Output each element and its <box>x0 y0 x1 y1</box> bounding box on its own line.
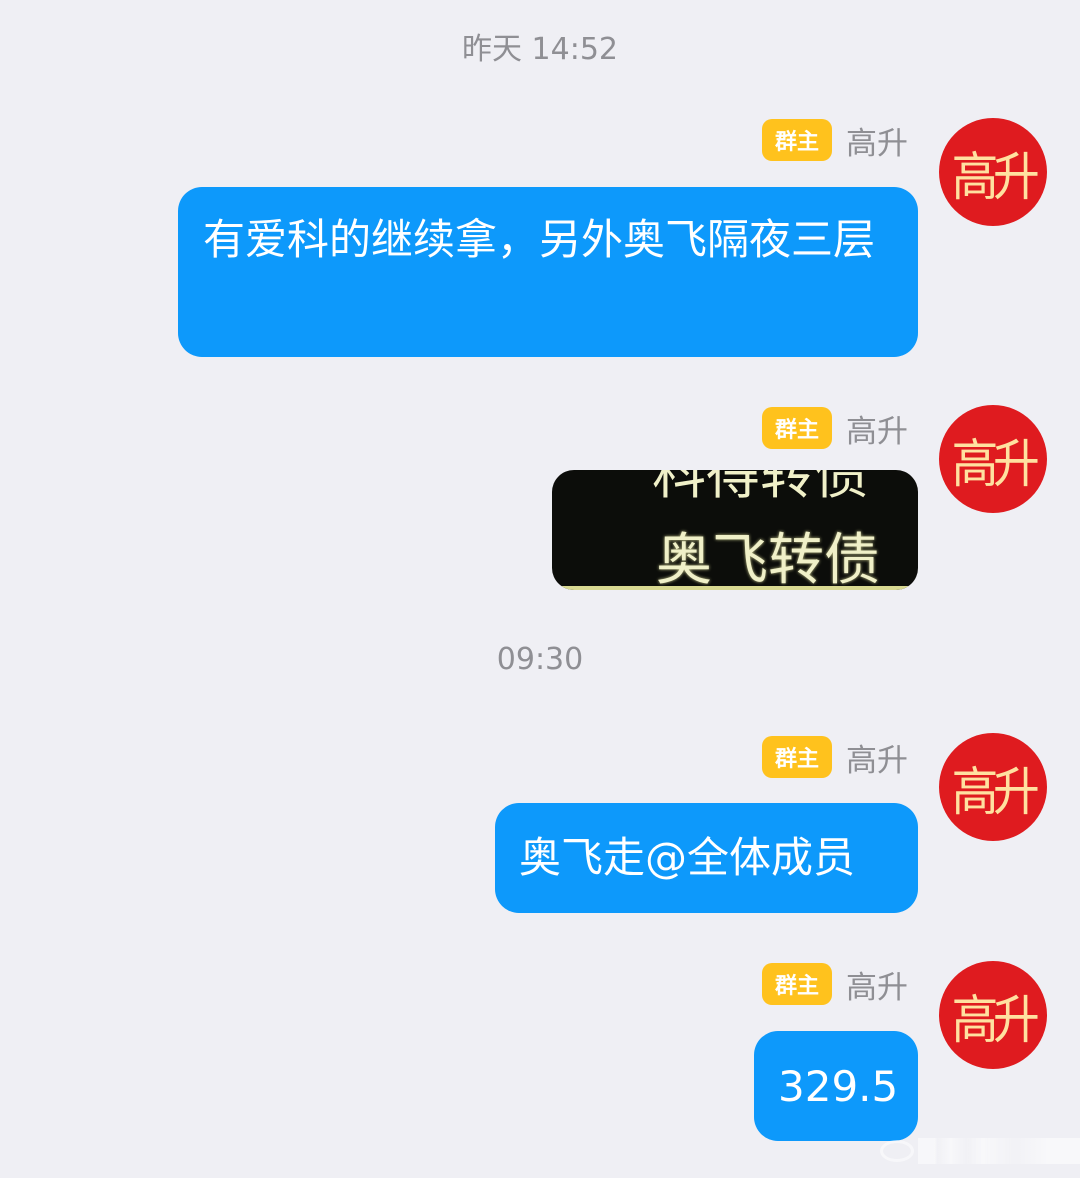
avatar[interactable]: 高升 <box>939 118 1047 226</box>
timestamp: 09:30 <box>496 642 584 677</box>
owner-badge: 群主 <box>762 119 832 161</box>
sender-name[interactable]: 高升 <box>846 735 908 780</box>
watermark-text <box>918 1138 1080 1164</box>
avatar-text: 高升 <box>951 147 1040 208</box>
message-header: 群主 高升 <box>762 735 908 779</box>
owner-badge: 群主 <box>762 963 832 1005</box>
avatar[interactable]: 高升 <box>939 405 1047 513</box>
message-header: 群主 高升 <box>762 118 908 162</box>
avatar-text: 高升 <box>951 762 1040 823</box>
avatar-text: 高升 <box>951 434 1040 495</box>
owner-badge: 群主 <box>762 736 832 778</box>
avatar[interactable]: 高升 <box>939 961 1047 1069</box>
timestamp: 昨天 14:52 <box>462 32 618 67</box>
avatar-text: 高升 <box>951 990 1040 1051</box>
avatar[interactable]: 高升 <box>939 733 1047 841</box>
image-text-line: 奥飞转债 <box>656 528 880 590</box>
watermark <box>880 1131 1080 1171</box>
message-bubble[interactable]: 奥飞走@全体成员 <box>495 803 918 913</box>
message-bubble[interactable]: 329.5 <box>754 1031 918 1141</box>
message-header: 群主 高升 <box>762 406 908 450</box>
message-header: 群主 高升 <box>762 962 908 1006</box>
image-edge <box>552 586 918 590</box>
eye-icon <box>880 1140 914 1162</box>
sender-name[interactable]: 高升 <box>846 962 908 1007</box>
owner-badge: 群主 <box>762 407 832 449</box>
image-text-line: 科得转债 <box>652 470 868 506</box>
sender-name[interactable]: 高升 <box>846 118 908 163</box>
image-message[interactable]: 科得转债 奥飞转债 <box>552 470 918 590</box>
message-bubble[interactable]: 有爱科的继续拿，另外奥飞隔夜三层 <box>178 187 918 357</box>
sender-name[interactable]: 高升 <box>846 406 908 451</box>
